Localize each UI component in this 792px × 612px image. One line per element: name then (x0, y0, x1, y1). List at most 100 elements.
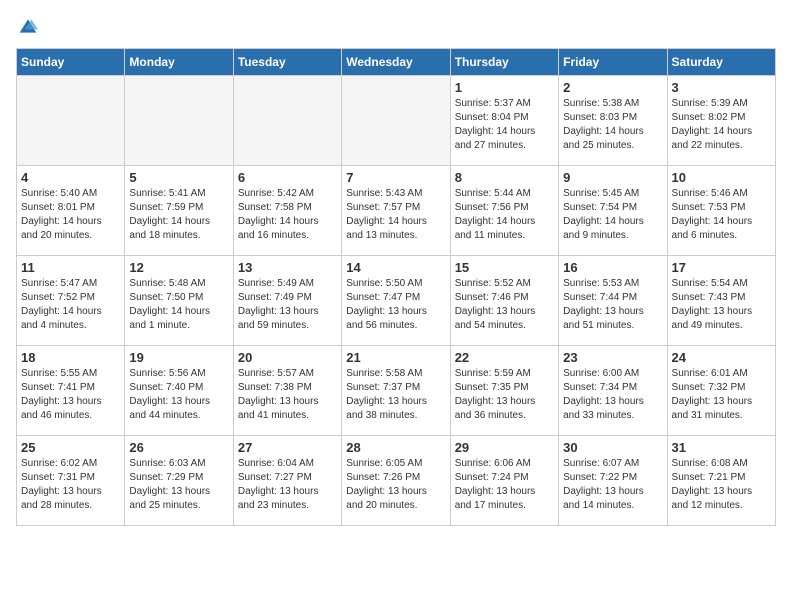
day-number: 22 (455, 350, 554, 365)
day-number: 25 (21, 440, 120, 455)
calendar-cell: 24Sunrise: 6:01 AMSunset: 7:32 PMDayligh… (667, 346, 775, 436)
day-number: 21 (346, 350, 445, 365)
calendar-week-row: 11 Sunrise: 5:47 AMSunset: 7:52 PMDayligh… (17, 256, 776, 346)
calendar-table: SundayMondayTuesdayWednesdayThursdayFrid… (16, 48, 776, 526)
day-number: 10 (672, 170, 771, 185)
day-number: 27 (238, 440, 337, 455)
calendar-cell (125, 76, 233, 166)
calendar-cell: 3 Sunrise: 5:39 AMSunset: 8:02 PMDaylight… (667, 76, 775, 166)
weekday-header: Tuesday (233, 49, 341, 76)
day-info: Sunrise: 5:38 AMSunset: 8:03 PMDaylight:… (563, 97, 662, 153)
weekday-header: Saturday (667, 49, 775, 76)
day-info: Sunrise: 6:06 AMSunset: 7:24 PMDaylight:… (455, 457, 554, 513)
day-info: Sunrise: 6:05 AMSunset: 7:26 PMDaylight:… (346, 457, 445, 513)
calendar-cell (342, 76, 450, 166)
logo-icon (18, 16, 38, 36)
day-info: Sunrise: 5:59 AMSunset: 7:35 PMDaylight:… (455, 367, 554, 423)
calendar-cell: 14 Sunrise: 5:50 AMSunset: 7:47 PMDayligh… (342, 256, 450, 346)
day-number: 29 (455, 440, 554, 455)
day-info: Sunrise: 5:37 AMSunset: 8:04 PMDaylight:… (455, 97, 554, 153)
day-number: 15 (455, 260, 554, 275)
day-info: Sunrise: 5:43 AMSunset: 7:57 PMDaylight:… (346, 187, 445, 243)
day-info: Sunrise: 5:55 AMSunset: 7:41 PMDaylight:… (21, 367, 120, 423)
day-info: Sunrise: 5:50 AMSunset: 7:47 PMDaylight:… (346, 277, 445, 333)
calendar-cell: 2 Sunrise: 5:38 AMSunset: 8:03 PMDaylight… (559, 76, 667, 166)
day-info: Sunrise: 5:57 AMSunset: 7:38 PMDaylight:… (238, 367, 337, 423)
day-info: Sunrise: 6:02 AMSunset: 7:31 PMDaylight:… (21, 457, 120, 513)
calendar-week-row: 25 Sunrise: 6:02 AMSunset: 7:31 PMDayligh… (17, 436, 776, 526)
calendar-week-row: 4Sunrise: 5:40 AMSunset: 8:01 PMDaylight… (17, 166, 776, 256)
day-number: 20 (238, 350, 337, 365)
day-info: Sunrise: 5:47 AMSunset: 7:52 PMDaylight:… (21, 277, 120, 333)
day-number: 16 (563, 260, 662, 275)
calendar-cell: 17Sunrise: 5:54 AMSunset: 7:43 PMDayligh… (667, 256, 775, 346)
day-number: 23 (563, 350, 662, 365)
day-info: Sunrise: 5:46 AMSunset: 7:53 PMDaylight:… (672, 187, 771, 243)
day-info: Sunrise: 6:04 AMSunset: 7:27 PMDaylight:… (238, 457, 337, 513)
weekday-header: Sunday (17, 49, 125, 76)
day-number: 4 (21, 170, 120, 185)
weekday-header: Monday (125, 49, 233, 76)
calendar-cell: 10 Sunrise: 5:46 AMSunset: 7:53 PMDayligh… (667, 166, 775, 256)
calendar-week-row: 1 Sunrise: 5:37 AMSunset: 8:04 PMDaylight… (17, 76, 776, 166)
calendar-cell: 31 Sunrise: 6:08 AMSunset: 7:21 PMDayligh… (667, 436, 775, 526)
calendar-cell: 22 Sunrise: 5:59 AMSunset: 7:35 PMDayligh… (450, 346, 558, 436)
day-number: 13 (238, 260, 337, 275)
day-number: 2 (563, 80, 662, 95)
day-number: 19 (129, 350, 228, 365)
calendar-header-row: SundayMondayTuesdayWednesdayThursdayFrid… (17, 49, 776, 76)
calendar-cell: 25 Sunrise: 6:02 AMSunset: 7:31 PMDayligh… (17, 436, 125, 526)
day-number: 18 (21, 350, 120, 365)
day-info: Sunrise: 5:44 AMSunset: 7:56 PMDaylight:… (455, 187, 554, 243)
day-info: Sunrise: 5:42 AMSunset: 7:58 PMDaylight:… (238, 187, 337, 243)
calendar-cell: 11 Sunrise: 5:47 AMSunset: 7:52 PMDayligh… (17, 256, 125, 346)
day-number: 31 (672, 440, 771, 455)
day-number: 30 (563, 440, 662, 455)
calendar-cell: 15Sunrise: 5:52 AMSunset: 7:46 PMDayligh… (450, 256, 558, 346)
day-number: 3 (672, 80, 771, 95)
day-info: Sunrise: 6:08 AMSunset: 7:21 PMDaylight:… (672, 457, 771, 513)
calendar-cell: 6 Sunrise: 5:42 AMSunset: 7:58 PMDaylight… (233, 166, 341, 256)
day-number: 5 (129, 170, 228, 185)
calendar-cell: 4Sunrise: 5:40 AMSunset: 8:01 PMDaylight… (17, 166, 125, 256)
day-info: Sunrise: 6:01 AMSunset: 7:32 PMDaylight:… (672, 367, 771, 423)
day-number: 8 (455, 170, 554, 185)
calendar-cell (17, 76, 125, 166)
day-number: 1 (455, 80, 554, 95)
day-number: 6 (238, 170, 337, 185)
calendar-cell: 9Sunrise: 5:45 AMSunset: 7:54 PMDaylight… (559, 166, 667, 256)
calendar-cell: 1 Sunrise: 5:37 AMSunset: 8:04 PMDaylight… (450, 76, 558, 166)
calendar-cell (233, 76, 341, 166)
calendar-cell: 26Sunrise: 6:03 AMSunset: 7:29 PMDayligh… (125, 436, 233, 526)
day-info: Sunrise: 5:45 AMSunset: 7:54 PMDaylight:… (563, 187, 662, 243)
day-info: Sunrise: 5:39 AMSunset: 8:02 PMDaylight:… (672, 97, 771, 153)
calendar-cell: 13Sunrise: 5:49 AMSunset: 7:49 PMDayligh… (233, 256, 341, 346)
day-info: Sunrise: 5:58 AMSunset: 7:37 PMDaylight:… (346, 367, 445, 423)
calendar-cell: 16Sunrise: 5:53 AMSunset: 7:44 PMDayligh… (559, 256, 667, 346)
day-info: Sunrise: 5:56 AMSunset: 7:40 PMDaylight:… (129, 367, 228, 423)
calendar-cell: 29 Sunrise: 6:06 AMSunset: 7:24 PMDayligh… (450, 436, 558, 526)
day-number: 7 (346, 170, 445, 185)
day-info: Sunrise: 6:07 AMSunset: 7:22 PMDaylight:… (563, 457, 662, 513)
calendar-cell: 18 Sunrise: 5:55 AMSunset: 7:41 PMDayligh… (17, 346, 125, 436)
weekday-header: Thursday (450, 49, 558, 76)
calendar-cell: 8 Sunrise: 5:44 AMSunset: 7:56 PMDaylight… (450, 166, 558, 256)
day-number: 17 (672, 260, 771, 275)
weekday-header: Friday (559, 49, 667, 76)
day-number: 12 (129, 260, 228, 275)
calendar-cell: 28 Sunrise: 6:05 AMSunset: 7:26 PMDayligh… (342, 436, 450, 526)
day-number: 14 (346, 260, 445, 275)
day-info: Sunrise: 5:48 AMSunset: 7:50 PMDaylight:… (129, 277, 228, 333)
calendar-cell: 30 Sunrise: 6:07 AMSunset: 7:22 PMDayligh… (559, 436, 667, 526)
calendar-cell: 19 Sunrise: 5:56 AMSunset: 7:40 PMDayligh… (125, 346, 233, 436)
day-info: Sunrise: 5:41 AMSunset: 7:59 PMDaylight:… (129, 187, 228, 243)
calendar-cell: 7 Sunrise: 5:43 AMSunset: 7:57 PMDaylight… (342, 166, 450, 256)
day-number: 28 (346, 440, 445, 455)
logo (16, 16, 38, 36)
calendar-cell: 5 Sunrise: 5:41 AMSunset: 7:59 PMDaylight… (125, 166, 233, 256)
day-number: 26 (129, 440, 228, 455)
calendar-cell: 23Sunrise: 6:00 AMSunset: 7:34 PMDayligh… (559, 346, 667, 436)
calendar-cell: 21 Sunrise: 5:58 AMSunset: 7:37 PMDayligh… (342, 346, 450, 436)
calendar-cell: 27 Sunrise: 6:04 AMSunset: 7:27 PMDayligh… (233, 436, 341, 526)
day-number: 11 (21, 260, 120, 275)
